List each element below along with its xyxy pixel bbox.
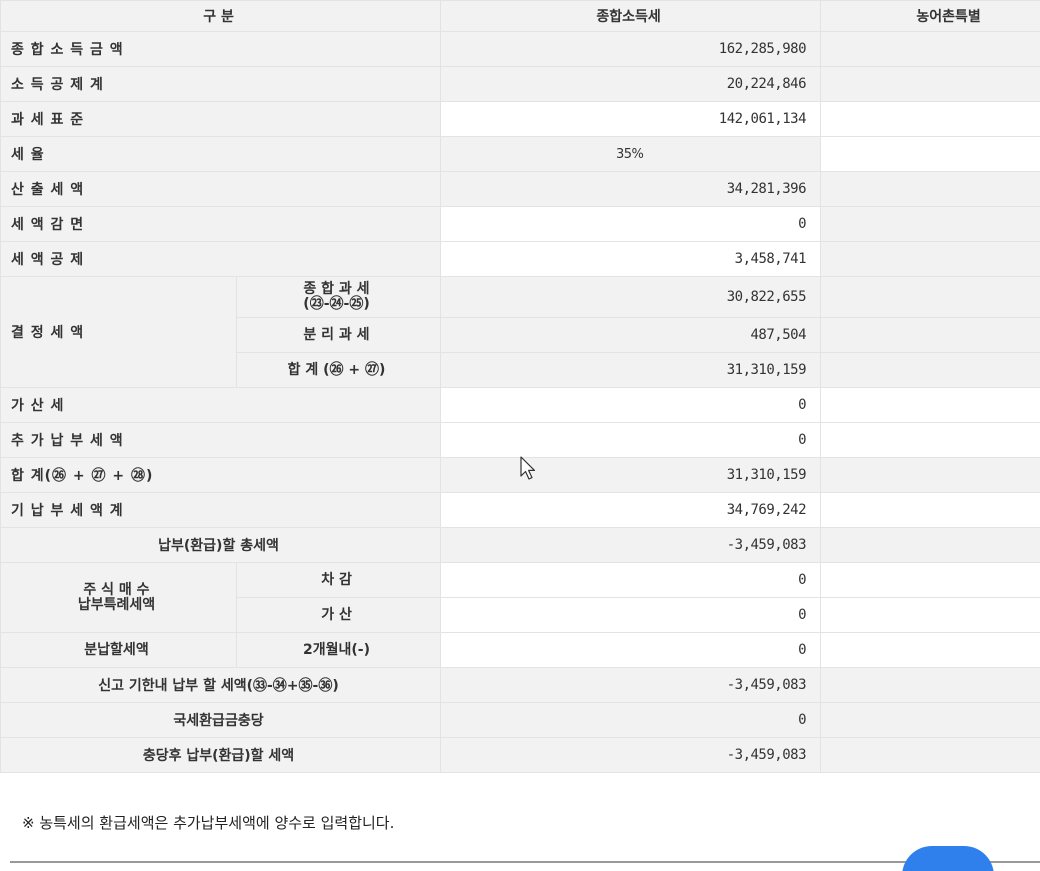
rural-income-deduction (820, 66, 1040, 102)
rural-installment[interactable] (820, 632, 1040, 668)
row-total-income: 종 합 소 득 금 액 162,285,980 (0, 31, 1040, 67)
row-calculated-tax: 산 출 세 액 34,281,396 (0, 171, 1040, 207)
label-tax-credit: 세 액 공 제 (0, 241, 442, 277)
rural-tax-base[interactable] (820, 101, 1040, 137)
value-refund-offset: 0 (440, 702, 822, 738)
value-tax-reduction[interactable]: 0 (440, 206, 822, 242)
rural-calculated-tax (820, 171, 1040, 207)
rural-refund-offset (820, 702, 1040, 738)
label-additional-payment: 추 가 납 부 세 액 (0, 422, 442, 458)
label-installment: 분납할세액 (0, 632, 237, 668)
value-calculated-tax: 34,281,396 (440, 171, 822, 207)
value-subtotal: 31,310,159 (440, 457, 822, 493)
chat-bubble-button[interactable] (902, 846, 994, 871)
value-penalty-tax[interactable]: 0 (440, 387, 822, 423)
label-subtotal: 합 계(㉖ + ㉗ + ㉘) (0, 457, 442, 493)
label-stock-add: 가 산 (235, 597, 442, 633)
header-category: 구 분 (0, 0, 442, 32)
label-after-offset: 충당후 납부(환급)할 세액 (0, 737, 442, 773)
row-tax-reduction: 세 액 감 면 0 (0, 206, 1040, 242)
header-income-tax: 종합소득세 (440, 0, 822, 32)
rural-additional-payment[interactable] (820, 422, 1040, 458)
label-penalty-tax: 가 산 세 (0, 387, 442, 423)
rural-total-income (820, 31, 1040, 67)
rural-comprehensive-tax (820, 276, 1040, 318)
label-tax-base: 과 세 표 준 (0, 101, 442, 137)
value-total-income: 162,285,980 (440, 31, 822, 67)
row-penalty-tax: 가 산 세 0 (0, 387, 1040, 423)
comprehensive-label-line1: 종 합 과 세 (303, 281, 370, 297)
row-total-payable: 납부(환급)할 총세액 -3,459,083 (0, 527, 1040, 563)
label-stock-deduct: 차 감 (235, 562, 442, 598)
rural-penalty-tax[interactable] (820, 387, 1040, 423)
value-stock-deduct[interactable]: 0 (440, 562, 822, 598)
label-tax-reduction: 세 액 감 면 (0, 206, 442, 242)
value-total-payable: -3,459,083 (440, 527, 822, 563)
label-refund-offset: 국세환급금충당 (0, 702, 442, 738)
value-comprehensive-tax: 30,822,655 (440, 276, 822, 318)
row-determined-comprehensive: 결 정 세 액 종 합 과 세 (㉓-㉔-㉕) 30,822,655 (0, 276, 1040, 388)
label-income-deduction: 소 득 공 제 계 (0, 66, 442, 102)
row-installment: 분납할세액 2개월내(-) 0 (0, 632, 1040, 668)
value-income-deduction: 20,224,846 (440, 66, 822, 102)
rural-total-payable (820, 527, 1040, 563)
label-total-income: 종 합 소 득 금 액 (0, 31, 442, 67)
row-income-deduction: 소 득 공 제 계 20,224,846 (0, 66, 1040, 102)
rural-within-deadline (820, 667, 1040, 703)
rural-tax-credit (820, 241, 1040, 277)
row-after-offset: 충당후 납부(환급)할 세액 -3,459,083 (0, 737, 1040, 773)
row-prepaid-total: 기 납 부 세 액 계 34,769,242 (0, 492, 1040, 528)
rural-subtotal (820, 457, 1040, 493)
label-determined-tax: 결 정 세 액 (0, 276, 237, 388)
rural-after-offset (820, 737, 1040, 773)
row-tax-credit: 세 액 공 제 3,458,741 (0, 241, 1040, 277)
mouse-pointer-icon (520, 456, 536, 480)
stock-special-line2: 납부특례세액 (77, 596, 156, 613)
value-after-offset: -3,459,083 (440, 737, 822, 773)
stock-special-line1: 주 식 매 수 (83, 581, 150, 598)
value-tax-rate: 35% (440, 136, 822, 172)
value-prepaid-total[interactable]: 34,769,242 (440, 492, 822, 528)
value-within-deadline: -3,459,083 (440, 667, 822, 703)
row-tax-base: 과 세 표 준 142,061,134 (0, 101, 1040, 137)
tax-calculation-table: 구 분 종합소득세 농어촌특별 종 합 소 득 금 액 162,285,980 … (0, 0, 1040, 773)
comprehensive-label-line2: (㉓-㉔-㉕) (303, 296, 370, 312)
row-stock-deduct: 주 식 매 수 납부특례세액 차 감 0 (0, 562, 1040, 633)
value-tax-base[interactable]: 142,061,134 (440, 101, 822, 137)
rural-tax-rate[interactable] (820, 136, 1040, 172)
label-installment-period: 2개월내(-) (235, 632, 442, 668)
value-installment[interactable]: 0 (440, 632, 822, 668)
row-within-deadline: 신고 기한내 납부 할 세액(㉝-㉞+㉟-㊱) -3,459,083 (0, 667, 1040, 703)
row-tax-rate: 세 율 35% (0, 136, 1040, 172)
value-stock-add[interactable]: 0 (440, 597, 822, 633)
rural-determined-sum (820, 352, 1040, 388)
rural-stock-deduct[interactable] (820, 562, 1040, 598)
value-additional-payment[interactable]: 0 (440, 422, 822, 458)
label-stock-special: 주 식 매 수 납부특례세액 (0, 562, 237, 633)
value-determined-sum: 31,310,159 (440, 352, 822, 388)
footer-note: ※ 농특세의 환급세액은 추가납부세액에 양수로 입력합니다. (22, 814, 395, 832)
label-prepaid-total: 기 납 부 세 액 계 (0, 492, 442, 528)
value-separate-tax: 487,504 (440, 317, 822, 353)
row-additional-payment: 추 가 납 부 세 액 0 (0, 422, 1040, 458)
row-refund-offset: 국세환급금충당 0 (0, 702, 1040, 738)
rural-separate-tax (820, 317, 1040, 353)
label-comprehensive-tax: 종 합 과 세 (㉓-㉔-㉕) (235, 276, 442, 318)
header-rural-tax: 농어촌특별 (820, 0, 1040, 32)
value-tax-credit[interactable]: 3,458,741 (440, 241, 822, 277)
label-calculated-tax: 산 출 세 액 (0, 171, 442, 207)
label-within-deadline: 신고 기한내 납부 할 세액(㉝-㉞+㉟-㊱) (0, 667, 442, 703)
label-separate-tax: 분 리 과 세 (235, 317, 442, 353)
rural-stock-add[interactable] (820, 597, 1040, 633)
bottom-divider (10, 861, 1040, 863)
rural-prepaid-total[interactable] (820, 492, 1040, 528)
label-total-payable: 납부(환급)할 총세액 (0, 527, 442, 563)
tax-calculation-page: 구 분 종합소득세 농어촌특별 종 합 소 득 금 액 162,285,980 … (0, 0, 1040, 871)
rural-tax-reduction (820, 206, 1040, 242)
label-tax-rate: 세 율 (0, 136, 442, 172)
label-determined-sum: 합 계 (㉖ + ㉗) (235, 352, 442, 388)
table-header-row: 구 분 종합소득세 농어촌특별 (0, 0, 1040, 32)
